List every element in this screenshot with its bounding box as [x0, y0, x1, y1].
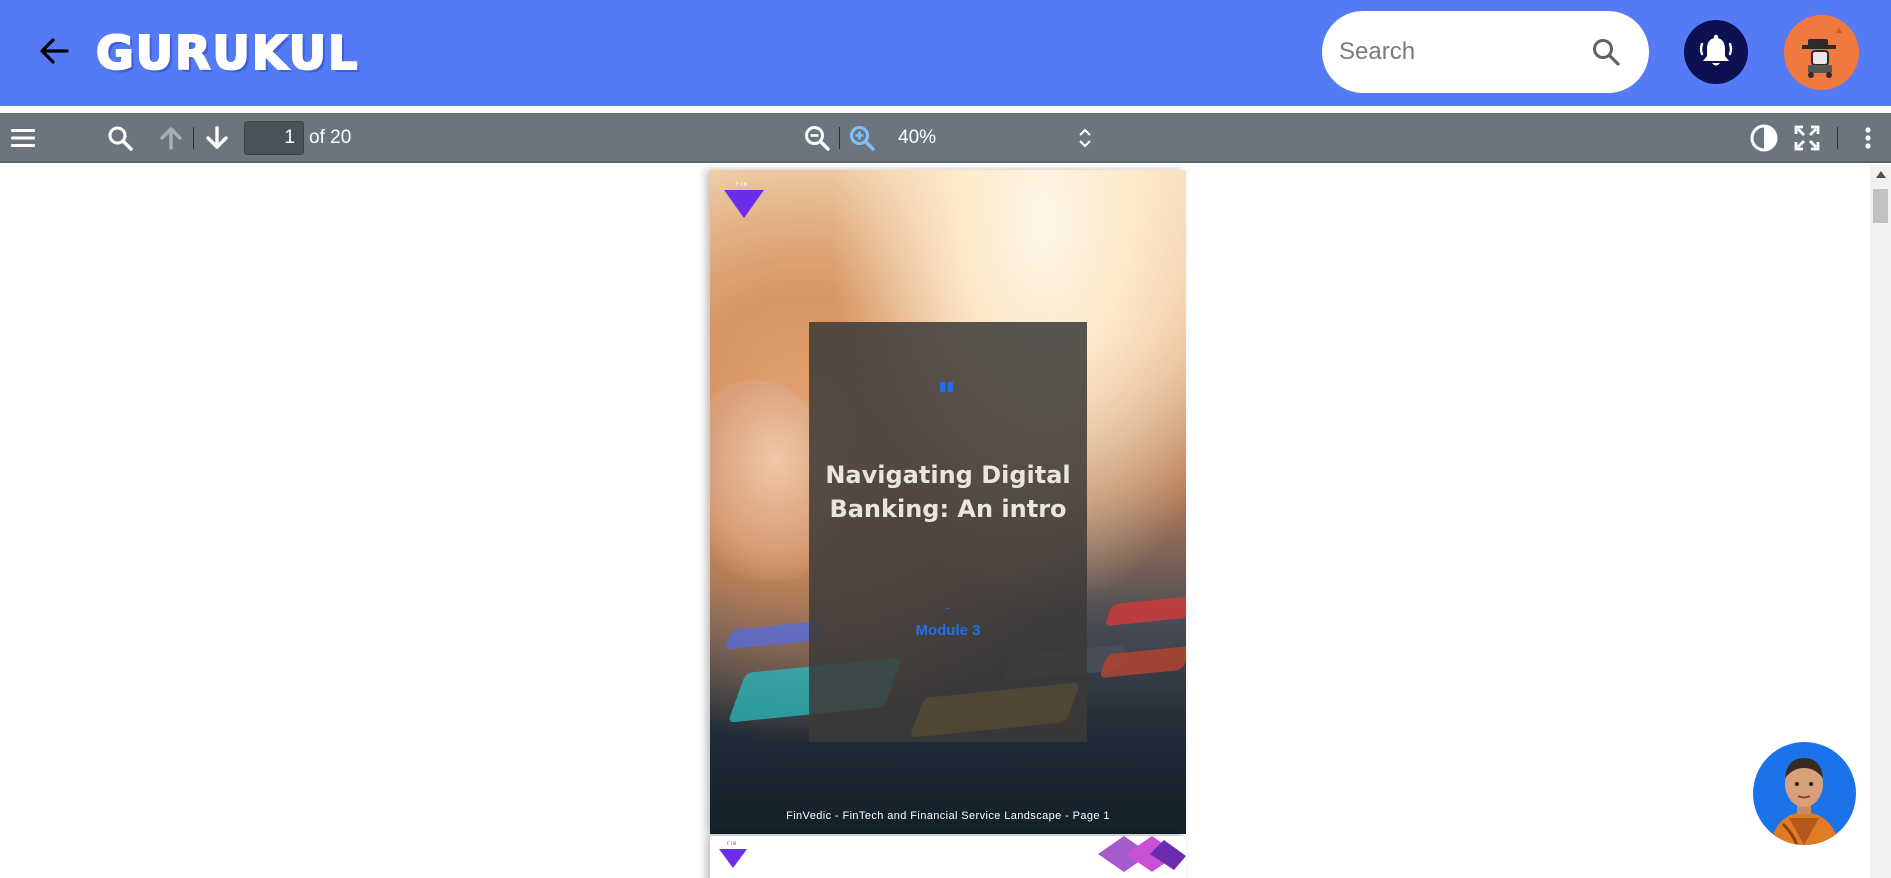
- scroll-up-button[interactable]: [1870, 165, 1891, 183]
- fin-logo-letters: F I N: [727, 841, 736, 846]
- pdf-page-1: F I N Navigating Digital Banking: An int…: [710, 170, 1186, 834]
- sidebar-toggle-icon: [11, 129, 35, 147]
- monk-assistant-avatar: [1771, 758, 1839, 845]
- toolbar-divider: [1837, 127, 1838, 149]
- contrast-button[interactable]: [1748, 113, 1780, 163]
- app-tile-shape: [1104, 595, 1186, 627]
- next-page-icon: [206, 126, 228, 149]
- contrast-icon: [1750, 124, 1778, 152]
- zoom-in-button[interactable]: [847, 113, 877, 163]
- fin-logo-icon: F I N: [724, 182, 764, 218]
- separator-dot: [946, 608, 949, 609]
- sidebar-toggle-button[interactable]: [8, 113, 38, 163]
- app-header: GURUKUL: [0, 0, 1891, 106]
- previous-page-button[interactable]: [156, 113, 186, 163]
- app-logo[interactable]: GURUKUL: [95, 25, 359, 81]
- arrow-left-icon: [40, 38, 69, 64]
- svg-text:F I N: F I N: [736, 182, 748, 188]
- find-icon: [108, 126, 133, 151]
- triangle-up-icon: [1875, 170, 1886, 178]
- search-button[interactable]: [1589, 35, 1623, 69]
- back-button[interactable]: [34, 34, 74, 68]
- bell-icon: [1699, 34, 1733, 66]
- toolbar-divider: [839, 127, 840, 149]
- search-input[interactable]: [1339, 38, 1589, 66]
- fullscreen-button[interactable]: [1792, 113, 1822, 163]
- page-count: of 20: [309, 127, 352, 148]
- pdf-viewer[interactable]: F I N Navigating Digital Banking: An int…: [0, 165, 1870, 878]
- search-box[interactable]: [1322, 11, 1649, 93]
- purple-diamond-decoration: [1098, 836, 1186, 872]
- find-button[interactable]: [105, 113, 135, 163]
- cover-title-panel: Navigating Digital Banking: An intro Mod…: [809, 322, 1087, 742]
- assistant-chat-button[interactable]: [1753, 742, 1856, 845]
- zoom-out-icon: [805, 126, 830, 151]
- previous-page-icon: [160, 127, 182, 150]
- zoom-select-toggle[interactable]: [1074, 113, 1096, 163]
- scroll-thumb[interactable]: [1873, 189, 1888, 223]
- robot-avatar-icon: [1802, 27, 1842, 78]
- zoom-select[interactable]: 40%: [898, 113, 936, 163]
- fullscreen-icon: [1794, 125, 1820, 151]
- vertical-scrollbar[interactable]: [1870, 165, 1891, 878]
- page-footer: FinVedic - FinTech and Financial Service…: [786, 810, 1110, 822]
- document-title: Navigating Digital Banking: An intro: [825, 461, 1071, 523]
- toolbar-divider: [193, 127, 194, 149]
- notifications-button[interactable]: [1684, 20, 1748, 84]
- search-icon: [1593, 39, 1620, 66]
- document-module: Module 3: [915, 622, 981, 639]
- user-avatar-button[interactable]: [1784, 15, 1859, 90]
- zoom-out-button[interactable]: [802, 113, 832, 163]
- next-page-button[interactable]: [202, 113, 232, 163]
- pdf-page-2: F I N: [710, 836, 1186, 878]
- zoom-in-icon: [850, 126, 875, 151]
- fin-logo-icon: F I N: [719, 841, 747, 868]
- zoom-select-arrows-icon: [1079, 128, 1091, 148]
- pdf-toolbar: of 20 40%: [0, 113, 1891, 163]
- page-number-input[interactable]: [244, 121, 304, 155]
- more-options-icon: [1865, 127, 1871, 149]
- more-options-button[interactable]: [1856, 113, 1880, 163]
- quote-mark-icon: [940, 382, 954, 392]
